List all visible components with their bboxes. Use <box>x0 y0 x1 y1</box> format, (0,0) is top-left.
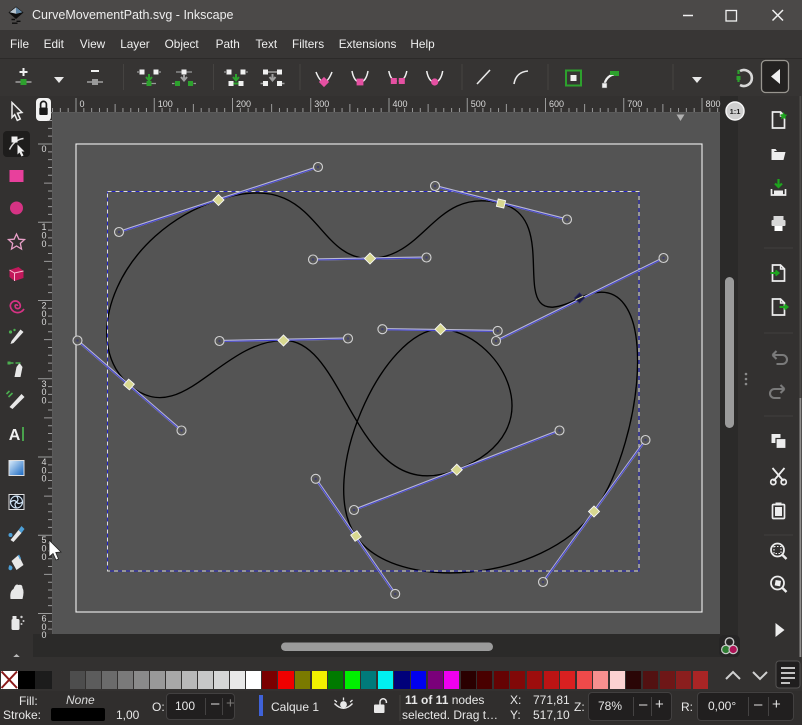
svg-text:400: 400 <box>41 457 46 484</box>
svg-text:100: 100 <box>41 222 46 249</box>
svg-text:300: 300 <box>314 99 329 109</box>
svg-text:0: 0 <box>41 144 46 154</box>
svg-text:200: 200 <box>236 99 251 109</box>
svg-text:300: 300 <box>41 379 46 406</box>
svg-text:500: 500 <box>471 99 486 109</box>
svg-text:1:1: 1:1 <box>730 107 741 116</box>
svg-text:700: 700 <box>627 99 642 109</box>
svg-text:800: 800 <box>706 99 721 109</box>
svg-text:400: 400 <box>393 99 408 109</box>
svg-text:100: 100 <box>158 99 173 109</box>
svg-text:200: 200 <box>41 301 46 328</box>
svg-text:0: 0 <box>80 99 85 109</box>
svg-text:A: A <box>9 427 21 444</box>
svg-text:600: 600 <box>41 614 46 641</box>
svg-text:500: 500 <box>41 535 46 562</box>
svg-text:600: 600 <box>549 99 564 109</box>
